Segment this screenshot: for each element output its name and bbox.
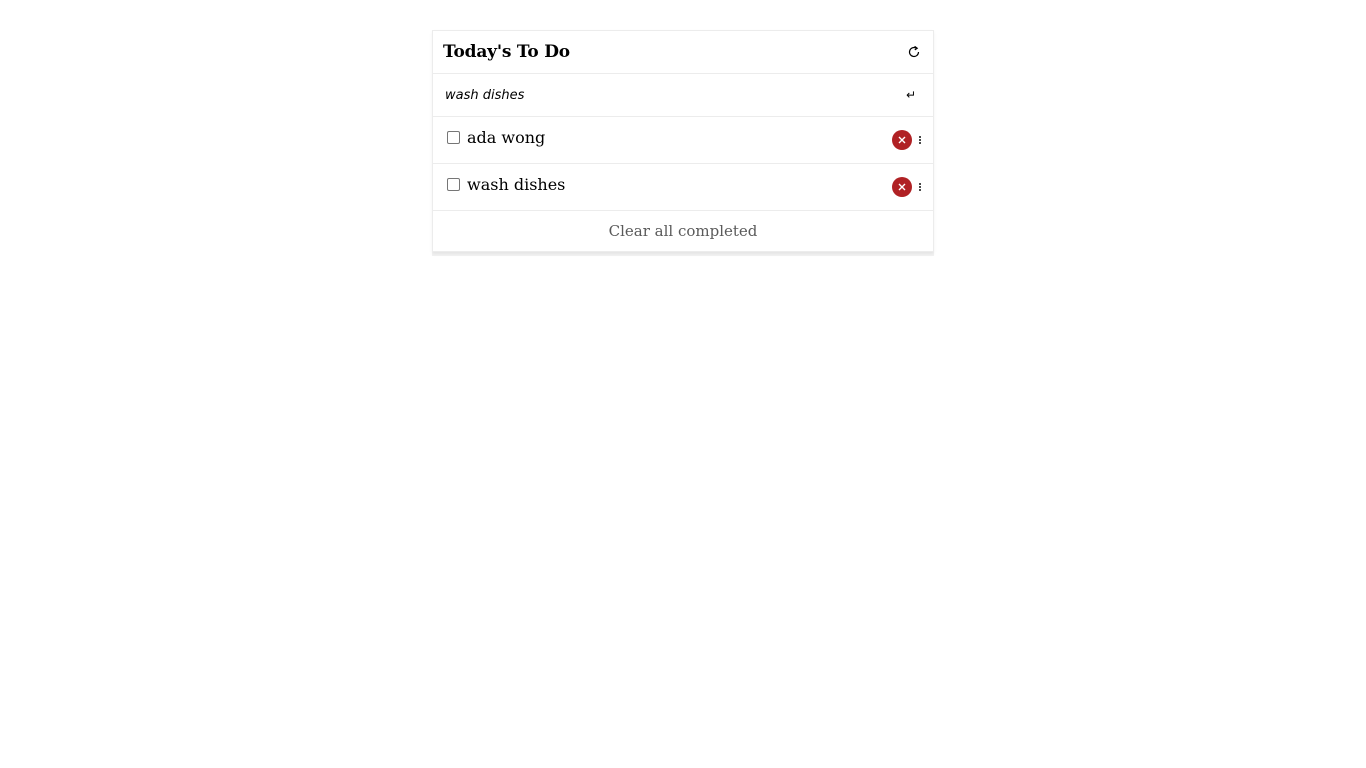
delete-button[interactable] [892,177,912,197]
refresh-icon [908,45,920,58]
more-vertical-icon-dot [919,142,921,144]
page-title: Today's To Do [443,42,570,62]
more-options-button[interactable] [917,133,923,147]
new-task-input[interactable] [445,83,903,107]
reset-button[interactable] [905,43,923,61]
return-icon: ↵ [905,88,917,102]
todo-checkbox[interactable] [447,130,460,144]
more-vertical-icon [919,136,921,138]
card-footer: Clear all completed [433,211,933,251]
close-icon [898,183,906,191]
clear-completed-button[interactable]: Clear all completed [609,222,758,240]
new-task-row: ↵ [433,74,933,117]
more-vertical-icon-dot [919,189,921,191]
todo-checkbox[interactable] [447,177,460,191]
more-vertical-icon [919,183,921,185]
more-vertical-icon-dot [919,186,921,188]
todo-card: Today's To Do ↵ ada wong wash dish [432,30,934,252]
more-options-button[interactable] [917,180,923,194]
more-vertical-icon-dot [919,139,921,141]
submit-button[interactable]: ↵ [903,87,919,103]
todo-item: ada wong [433,117,933,164]
close-icon [898,136,906,144]
todo-label: ada wong [467,127,546,147]
todo-label: wash dishes [467,174,566,194]
card-header: Today's To Do [433,31,933,74]
delete-button[interactable] [892,130,912,150]
todo-item: wash dishes [433,164,933,211]
